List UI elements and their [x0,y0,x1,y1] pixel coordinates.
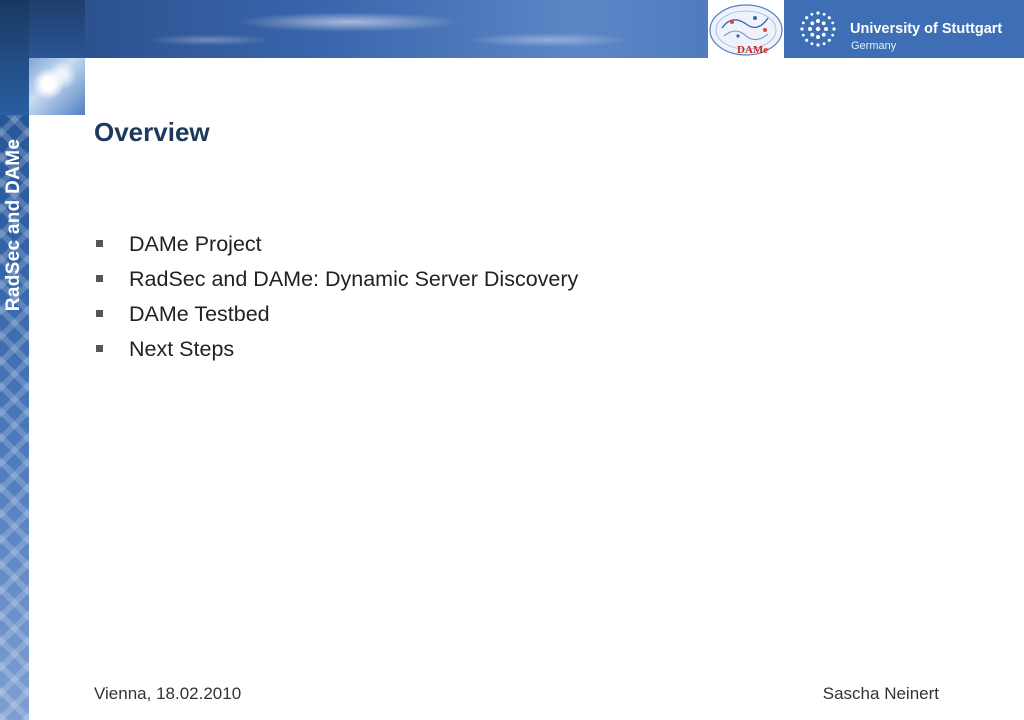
bullet-square-icon [96,275,103,282]
bullet-text: Next Steps [129,337,235,361]
corner-photo [29,58,85,115]
university-name: University of Stuttgart [850,21,1003,37]
slide-title: Overview [94,117,210,147]
list-item: RadSec and DAMe: Dynamic Server Discover… [94,266,578,301]
bullet-square-icon [96,240,103,247]
sidebar-title: RadSec and DAMe [3,138,24,312]
university-country: Germany [851,40,897,52]
dame-logo-text: DAMe [737,44,768,56]
bullet-square-icon [96,310,103,317]
bullet-text: DAMe Testbed [129,302,270,326]
list-item: Next Steps [94,336,578,371]
side-band-top [0,0,29,115]
corner-cap [29,0,85,58]
footer-location-date: Vienna, 18.02.2010 [94,684,242,703]
bullet-text: DAMe Project [129,232,262,256]
list-item: DAMe Project [94,231,578,266]
footer-author: Sascha Neinert [822,684,939,703]
dame-logo-icon: DAMe [708,0,784,58]
bullet-list: DAMe Project RadSec and DAMe: Dynamic Se… [94,231,578,371]
bullet-text: RadSec and DAMe: Dynamic Server Discover… [129,267,579,291]
university-logo-icon [800,11,836,47]
bullet-square-icon [96,345,103,352]
list-item: DAMe Testbed [94,301,578,336]
